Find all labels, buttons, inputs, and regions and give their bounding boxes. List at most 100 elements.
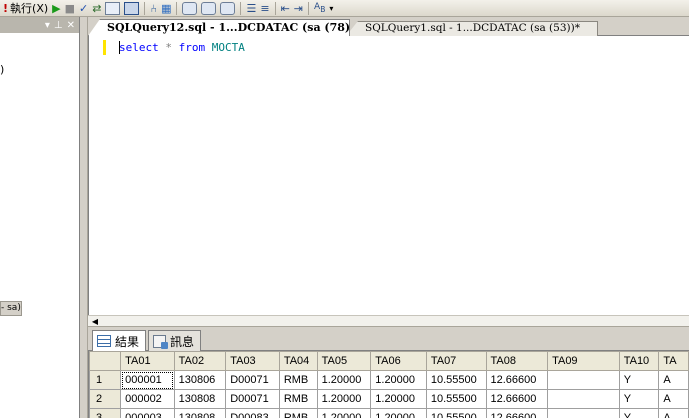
table-cell[interactable]: 1.20000	[316, 408, 372, 418]
header-row: TA01 TA02 TA03 TA04 TA05 TA06 TA07 TA08 …	[89, 351, 689, 371]
results-to-grid-alt-button[interactable]	[200, 1, 217, 16]
decrease-indent-button[interactable]: ⇤	[280, 1, 291, 16]
table-cell[interactable]: 1.20000	[370, 370, 427, 390]
table-cell[interactable]: 1.20000	[370, 408, 427, 418]
parse-button[interactable]: ✓	[78, 1, 89, 16]
table-cell[interactable]: 000001	[120, 370, 175, 390]
client-stats-button[interactable]: ▦	[160, 1, 172, 16]
toolbar-separator	[144, 1, 146, 15]
table-cell[interactable]: 12.66600	[485, 370, 549, 390]
sql-editor[interactable]: select * from MOCTA	[88, 36, 689, 315]
table-cell[interactable]: RMB	[278, 389, 318, 409]
toolbar-separator	[176, 1, 178, 15]
column-header[interactable]: TA	[658, 351, 689, 371]
table-cell[interactable]	[547, 389, 620, 409]
table-cell[interactable]: 12.66600	[485, 389, 549, 409]
uncomment-button[interactable]: ≡	[259, 1, 270, 16]
toolbar-overflow-button[interactable]: ▾	[328, 1, 334, 16]
indent-icon: ⇥	[293, 1, 304, 15]
table-cell[interactable]: 10.55500	[425, 389, 487, 409]
estimated-plan-button[interactable]: ⇄	[91, 1, 102, 16]
table-cell[interactable]: 10.55500	[425, 408, 487, 418]
table-cell[interactable]	[547, 370, 620, 390]
toolbar-separator	[308, 1, 310, 15]
table-cell[interactable]: Y	[618, 389, 660, 409]
column-header[interactable]: TA02	[173, 351, 227, 371]
scroll-left-icon[interactable]: ◀	[89, 316, 101, 327]
table-cell[interactable]: A	[658, 389, 689, 409]
plan-tree-icon: ⑃	[150, 1, 158, 15]
table-cell[interactable]: Y	[618, 370, 660, 390]
stop-button[interactable]: ■	[64, 1, 76, 16]
results-to-text-button[interactable]	[181, 1, 198, 16]
column-header[interactable]: TA06	[370, 351, 427, 371]
table-cell[interactable]: 1.20000	[316, 370, 372, 390]
column-header[interactable]: TA03	[225, 351, 280, 371]
grid-icon	[97, 335, 111, 347]
table-row[interactable]: 1 000001 130806 D00071 RMB 1.20000 1.200…	[89, 370, 689, 390]
table-cell[interactable]: A	[658, 370, 689, 390]
column-header[interactable]: TA08	[485, 351, 549, 371]
results-to-file-button[interactable]	[219, 1, 236, 16]
results-to-grid-button[interactable]	[123, 1, 140, 16]
tab-sqlquery1[interactable]: SQLQuery1.sql - 1...DCDATAC (sa (53))*	[346, 21, 598, 36]
query-options-button[interactable]	[104, 1, 121, 16]
column-header[interactable]	[89, 351, 122, 371]
execute-label: 執行(X)	[10, 1, 49, 15]
table-cell[interactable]: D00071	[225, 370, 280, 390]
column-header[interactable]: TA09	[547, 351, 620, 371]
row-number[interactable]: 1	[89, 370, 122, 390]
table-cell[interactable]: 1.20000	[316, 389, 372, 409]
specify-template-values-button[interactable]: AB	[313, 1, 326, 16]
increase-indent-button[interactable]: ⇥	[293, 1, 304, 16]
tab-results[interactable]: 結果	[92, 330, 147, 351]
table-cell[interactable]: D00083	[225, 408, 280, 418]
table-row[interactable]: 2 000002 130808 D00071 RMB 1.20000 1.200…	[89, 389, 689, 409]
toolbar: ! 執行(X) ▶ ■ ✓ ⇄ ⑃ ▦ ☰ ≡ ⇤ ⇥ AB ▾	[0, 0, 689, 17]
table-cell[interactable]: 1.20000	[370, 389, 427, 409]
row-number[interactable]: 2	[89, 389, 122, 409]
column-header[interactable]: TA04	[278, 351, 318, 371]
tab-messages[interactable]: 訊息	[148, 330, 202, 351]
table-cell[interactable]: D00071	[225, 389, 280, 409]
row-number[interactable]: 3	[89, 408, 122, 418]
table-cell[interactable]	[547, 408, 620, 418]
dropdown-arrow-icon[interactable]: ▾	[45, 20, 50, 31]
sql-code-line[interactable]: select * from MOCTA	[119, 40, 245, 55]
table-cell[interactable]: Y	[618, 408, 660, 418]
table-cell[interactable]: A	[658, 408, 689, 418]
table-cell[interactable]: RMB	[278, 370, 318, 390]
column-header[interactable]: TA07	[425, 351, 487, 371]
column-header[interactable]: TA01	[120, 351, 175, 371]
include-plan-button[interactable]: ⑃	[149, 1, 158, 16]
comment-button[interactable]: ☰	[245, 1, 257, 16]
query-options-icon	[105, 1, 121, 15]
close-icon[interactable]: ✕	[67, 20, 75, 31]
table-cell[interactable]: 000002	[120, 389, 175, 409]
tab-sqlquery12[interactable]: SQLQuery12.sql - 1...DCDATAC (sa (78))*	[88, 19, 350, 36]
table-cell[interactable]: 130808	[173, 408, 227, 418]
stop-icon: ■	[64, 1, 76, 15]
table-cell[interactable]: 10.55500	[425, 370, 487, 390]
table-cell[interactable]: 130808	[173, 389, 227, 409]
uncomment-lines-icon: ≡	[260, 1, 270, 15]
results-grid[interactable]: TA01 TA02 TA03 TA04 TA05 TA06 TA07 TA08 …	[88, 351, 689, 418]
query-editor-window: SQLQuery1.sql - 1...DCDATAC (sa (53))* S…	[88, 17, 689, 418]
connection-label[interactable]: - sa)	[0, 301, 22, 316]
document-tabs: SQLQuery1.sql - 1...DCDATAC (sa (53))* S…	[88, 17, 689, 36]
column-header[interactable]: TA05	[316, 351, 372, 371]
table-row[interactable]: 3 000003 130808 D00083 RMB 1.20000 1.200…	[89, 408, 689, 418]
plan-icon: ⇄	[92, 1, 102, 15]
comment-lines-icon: ☰	[246, 1, 257, 15]
execute-button[interactable]: ! 執行(X)	[2, 1, 49, 16]
horizontal-scrollbar[interactable]: ◀	[88, 315, 689, 327]
panel-splitter[interactable]	[80, 17, 88, 418]
table-cell[interactable]: 130806	[173, 370, 227, 390]
column-header[interactable]: TA10	[618, 351, 660, 371]
pin-icon[interactable]: ⊥	[54, 20, 63, 31]
table-cell[interactable]: 000003	[120, 408, 175, 418]
table-cell[interactable]: RMB	[278, 408, 318, 418]
debug-button[interactable]: ▶	[51, 1, 61, 16]
operator-star: *	[165, 41, 172, 54]
table-cell[interactable]: 12.66600	[485, 408, 549, 418]
